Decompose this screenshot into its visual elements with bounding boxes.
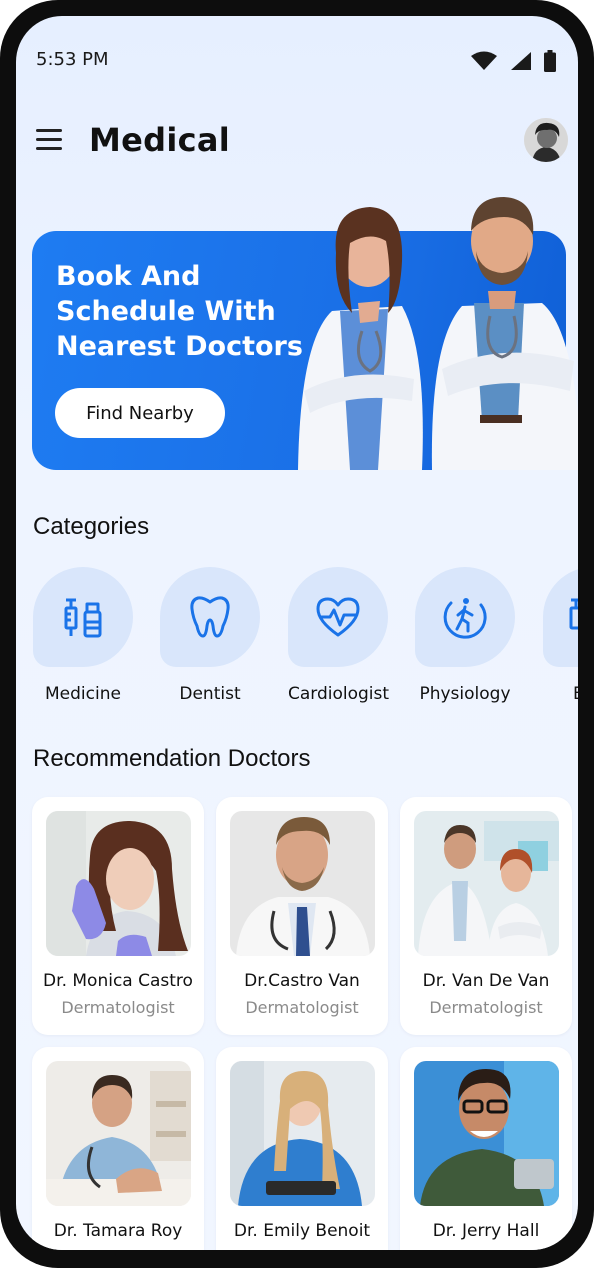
doctor-photo xyxy=(414,811,559,956)
profile-avatar-image xyxy=(524,118,568,162)
doctor-photo xyxy=(414,1061,559,1206)
doctor-photo xyxy=(230,811,375,956)
doctor-photo xyxy=(46,811,191,956)
phone-frame: 5:53 PM Medical Book And Schedule With N… xyxy=(0,0,594,1268)
doctor-specialty: Dermatologist xyxy=(245,998,359,1017)
wifi-icon xyxy=(471,51,497,70)
doctor-card[interactable]: Dr. Tamara Roy xyxy=(32,1047,204,1250)
doctor-card[interactable]: Dr. Monica Castro Dermatologist xyxy=(32,797,204,1035)
doctors-illustration xyxy=(298,197,578,470)
category-cardiologist[interactable]: Cardiologist xyxy=(288,567,390,704)
banner-headline: Book And Schedule With Nearest Doctors xyxy=(56,259,316,364)
category-label: B xyxy=(543,684,578,704)
doctor-photo xyxy=(230,1061,375,1206)
banner-line-1: Book And xyxy=(56,261,201,292)
battery-icon xyxy=(544,50,556,72)
doctor-specialty: Dermatologist xyxy=(429,998,543,1017)
avatar[interactable] xyxy=(524,118,568,162)
find-nearby-button[interactable]: Find Nearby xyxy=(55,388,225,438)
category-physiology[interactable]: Physiology xyxy=(415,567,515,704)
medicine-icon xyxy=(64,598,102,638)
doctor-name: Dr. Van De Van xyxy=(422,971,550,991)
doctor-name: Dr. Jerry Hall xyxy=(432,1221,540,1241)
tooth-icon xyxy=(190,596,230,638)
category-icon-bg xyxy=(415,567,515,667)
banner-line-3: Nearest Doctors xyxy=(56,331,303,362)
doctor-card[interactable]: Dr. Emily Benoit xyxy=(216,1047,388,1250)
category-icon-bg xyxy=(160,567,260,667)
heart-pulse-icon xyxy=(316,597,360,637)
physiology-icon xyxy=(443,598,487,639)
category-label: Cardiologist xyxy=(288,684,390,704)
doctor-photo xyxy=(46,1061,191,1206)
promo-banner: Book And Schedule With Nearest Doctors F… xyxy=(32,197,578,470)
doctor-name: Dr. Tamara Roy xyxy=(53,1221,183,1241)
doctor-card[interactable]: Dr. Jerry Hall xyxy=(400,1047,572,1250)
doctor-card[interactable]: Dr.Castro Van Dermatologist xyxy=(216,797,388,1035)
category-dentist[interactable]: Dentist xyxy=(160,567,260,704)
category-label: Physiology xyxy=(419,684,511,704)
categories-title: Categories xyxy=(33,513,150,540)
category-label: Medicine xyxy=(45,684,121,704)
doctor-name: Dr. Emily Benoit xyxy=(233,1221,371,1241)
category-icon-bg xyxy=(288,567,388,667)
doctor-name: Dr. Monica Castro xyxy=(43,971,193,991)
category-partial[interactable]: B xyxy=(543,567,578,704)
status-icons xyxy=(470,50,556,72)
doctor-specialty: Dermatologist xyxy=(61,998,175,1017)
medicine-icon xyxy=(569,598,578,630)
category-label: Dentist xyxy=(179,684,241,704)
page-title: Medical xyxy=(89,121,231,159)
category-icon-bg xyxy=(33,567,133,667)
doctor-name: Dr.Castro Van xyxy=(244,971,360,991)
categories-list[interactable]: Medicine Dentist Cardiologist Physiology xyxy=(33,567,578,717)
hamburger-menu-icon[interactable] xyxy=(36,129,64,151)
category-icon-bg xyxy=(543,567,578,667)
banner-line-2: Schedule With xyxy=(56,296,276,327)
status-time: 5:53 PM xyxy=(36,49,109,70)
app-screen: 5:53 PM Medical Book And Schedule With N… xyxy=(16,16,578,1250)
recommendation-title: Recommendation Doctors xyxy=(33,745,311,772)
category-medicine[interactable]: Medicine xyxy=(33,567,133,704)
cellular-signal-icon xyxy=(511,52,531,70)
doctor-card[interactable]: Dr. Van De Van Dermatologist xyxy=(400,797,572,1035)
